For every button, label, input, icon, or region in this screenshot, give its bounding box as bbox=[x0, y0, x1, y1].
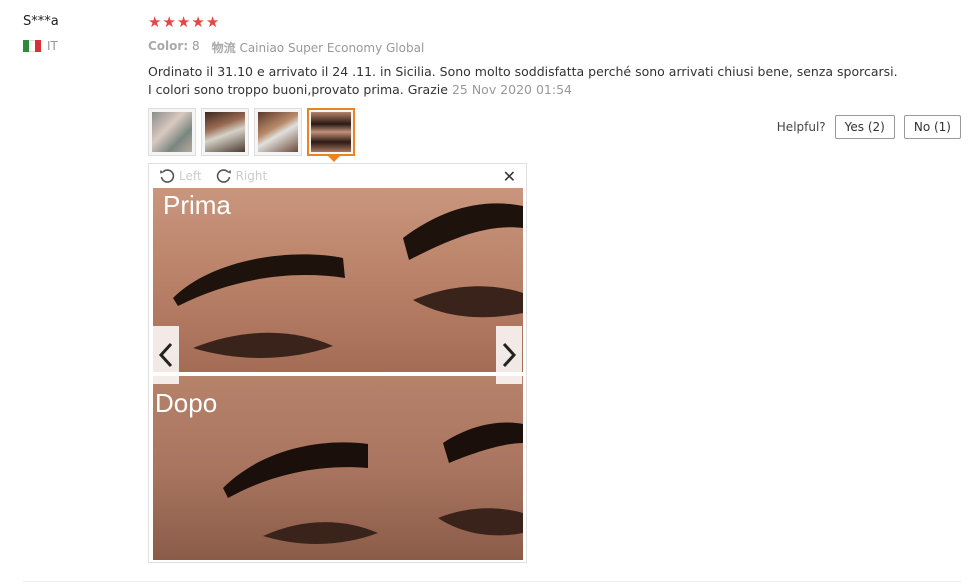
star-icon: ★ bbox=[176, 13, 191, 31]
thumbnail-2[interactable] bbox=[201, 108, 249, 156]
star-rating: ★ ★ ★ ★ ★ bbox=[148, 13, 219, 31]
review-meta: Color: 8 物流 Cainiao Super Economy Global bbox=[148, 39, 424, 56]
star-icon: ★ bbox=[162, 13, 176, 31]
rotate-left-icon bbox=[160, 169, 175, 183]
previous-image-button[interactable] bbox=[153, 326, 179, 384]
helpful-no-button[interactable]: No (1) bbox=[903, 115, 961, 139]
thumbnail-3[interactable] bbox=[254, 108, 302, 156]
review-date: 25 Nov 2020 01:54 bbox=[451, 82, 572, 97]
review-photo: Prima Dopo bbox=[153, 188, 523, 560]
italy-flag-icon bbox=[23, 40, 41, 52]
rotate-right-icon bbox=[216, 169, 231, 183]
color-label: Color: bbox=[148, 39, 189, 53]
rotate-left-button[interactable]: Left bbox=[159, 168, 202, 184]
photo-caption-top: Prima bbox=[163, 190, 231, 220]
close-icon[interactable]: ✕ bbox=[503, 167, 516, 186]
chevron-left-icon bbox=[158, 342, 173, 368]
photo-caption-bottom: Dopo bbox=[155, 388, 217, 418]
star-icon: ★ bbox=[148, 13, 162, 31]
helpful-label: Helpful? bbox=[776, 120, 826, 134]
rotate-left-label: Left bbox=[179, 169, 202, 183]
star-icon: ★ bbox=[191, 13, 205, 31]
review-text-line1: Ordinato il 31.10 e arrivato il 24 .11. … bbox=[148, 64, 898, 79]
reviewer-name: S***a bbox=[23, 14, 59, 29]
color-value: 8 bbox=[191, 39, 200, 53]
thumbnail-4-active[interactable] bbox=[307, 108, 355, 156]
chevron-right-icon bbox=[502, 342, 517, 368]
review-photo-image: Prima Dopo bbox=[153, 188, 523, 560]
active-thumbnail-pointer bbox=[328, 156, 340, 162]
country-code: IT bbox=[47, 39, 58, 53]
helpful-yes-button[interactable]: Yes (2) bbox=[834, 115, 895, 139]
logistics-label: 物流 bbox=[211, 41, 236, 55]
image-viewer: Left Right ✕ Prima Dopo bbox=[148, 163, 527, 563]
logistics-value: Cainiao Super Economy Global bbox=[239, 41, 425, 55]
review-text: Ordinato il 31.10 e arrivato il 24 .11. … bbox=[148, 63, 908, 99]
helpful-section: Helpful? Yes (2) No (1) bbox=[777, 115, 961, 139]
next-image-button[interactable] bbox=[496, 326, 522, 384]
thumbnail-1[interactable] bbox=[148, 108, 196, 156]
review-text-line2: I colori sono troppo buoni,provato prima… bbox=[148, 82, 448, 97]
star-icon: ★ bbox=[205, 13, 220, 31]
rotate-right-label: Right bbox=[235, 169, 268, 183]
review-divider bbox=[23, 581, 961, 582]
reviewer-country: IT bbox=[23, 39, 58, 53]
review-thumbnails bbox=[148, 108, 355, 156]
rotate-right-button[interactable]: Right bbox=[216, 168, 268, 184]
